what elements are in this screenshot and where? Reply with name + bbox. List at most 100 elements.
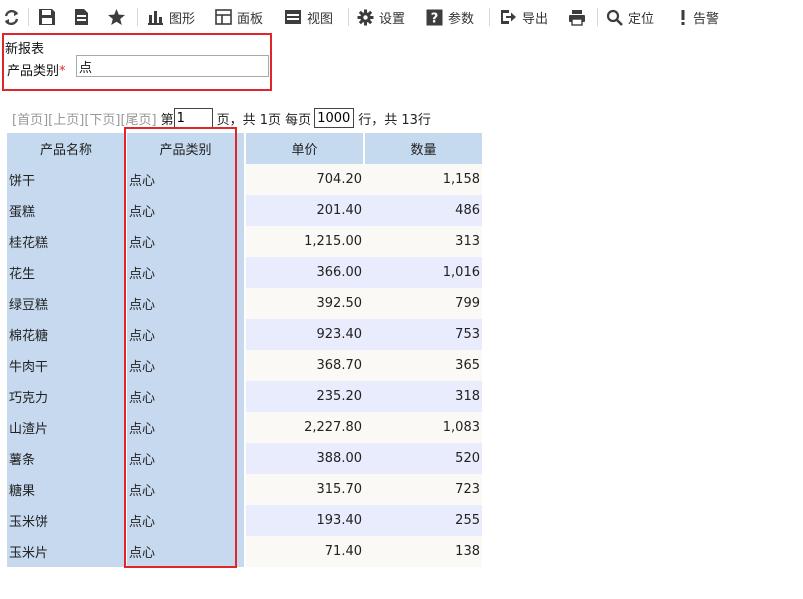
save-button[interactable] [38, 4, 56, 30]
table-row: 蛋糕 点心 201.40 486 [7, 195, 482, 226]
print-button[interactable] [568, 4, 586, 30]
table-cell: 1,016 [364, 257, 482, 288]
table-cell: 704.20 [245, 164, 364, 195]
magnifier-icon [606, 9, 623, 26]
table-cell: 315.70 [245, 474, 364, 505]
table-row: 花生 点心 366.00 1,016 [7, 257, 482, 288]
star-icon [108, 9, 125, 25]
params-label: 参数 [448, 11, 475, 27]
locate-button[interactable]: 定位 [606, 4, 654, 30]
table-row: 薯条 点心 388.00 520 [7, 443, 482, 474]
table-row: 玉米片 点心 71.40 138 [7, 536, 482, 567]
table-cell: 巧克力 [7, 381, 127, 412]
view-icon [285, 10, 301, 24]
table-cell: 玉米片 [7, 536, 127, 567]
table-row: 牛肉干 点心 368.70 365 [7, 350, 482, 381]
table-cell: 棉花糖 [7, 319, 127, 350]
table-cell: 313 [364, 226, 482, 257]
table-cell: 235.20 [245, 381, 364, 412]
rows-per-page-input[interactable] [314, 108, 355, 128]
svg-text:?: ? [431, 11, 439, 26]
table-cell: 点心 [126, 164, 246, 195]
table-row: 饼干 点心 704.20 1,158 [7, 164, 482, 195]
table-cell: 点心 [126, 474, 246, 505]
table-cell: 318 [364, 381, 482, 412]
table-body: 饼干 点心 704.20 1,158 蛋糕 点心 201.40 486 桂花糕 点心 1,215.0… [7, 164, 482, 567]
question-icon: ? [426, 9, 443, 26]
table-cell: 799 [364, 288, 482, 319]
export-icon [501, 10, 516, 24]
dashboard-button[interactable]: 面板 [215, 4, 263, 30]
document-icon [75, 9, 88, 25]
param-highlight-box [2, 33, 272, 91]
toolbar-separator [489, 8, 490, 26]
toolbar-separator [597, 8, 598, 26]
view-label: 视图 [307, 11, 334, 27]
table-cell: 花生 [7, 257, 127, 288]
table-cell: 薯条 [7, 443, 127, 474]
table-cell: 玉米饼 [7, 505, 127, 536]
rows-suffix: 行，共 13行 [358, 112, 431, 128]
table-row: 绿豆糕 点心 392.50 799 [7, 288, 482, 319]
table-cell: 486 [364, 195, 482, 226]
save-as-button[interactable] [73, 4, 90, 30]
toolbar-separator [137, 8, 138, 26]
table-row: 桂花糕 点心 1,215.00 313 [7, 226, 482, 257]
exclamation-icon [681, 9, 685, 25]
chart-button[interactable]: 图形 [147, 4, 195, 30]
page-prefix: 第 [160, 112, 174, 128]
panel-icon [215, 9, 232, 25]
export-button[interactable]: 导出 [500, 4, 548, 30]
params-button[interactable]: ? 参数 [426, 4, 474, 30]
table-cell: 点心 [126, 226, 246, 257]
table-cell: 点心 [126, 381, 246, 412]
locate-label: 定位 [628, 11, 655, 27]
favorite-button[interactable] [107, 4, 126, 30]
table-cell: 绿豆糕 [7, 288, 127, 319]
table-cell: 1,158 [364, 164, 482, 195]
table-cell: 点心 [126, 536, 246, 567]
table-row: 棉花糖 点心 923.40 753 [7, 319, 482, 350]
alert-label: 告警 [693, 11, 720, 27]
settings-button[interactable]: 设置 [357, 4, 405, 30]
next-page-link[interactable]: [下页] [84, 109, 120, 128]
view-button[interactable]: 视图 [284, 4, 333, 30]
table-cell: 点心 [126, 412, 246, 443]
bar-chart-icon [148, 11, 163, 25]
table-cell: 饼干 [7, 164, 127, 195]
prev-page-link[interactable]: [上页] [48, 109, 84, 128]
dashboard-label: 面板 [237, 11, 264, 27]
table-row: 山渣片 点心 2,227.80 1,083 [7, 412, 482, 443]
table-row: 巧克力 点心 235.20 318 [7, 381, 482, 412]
table-cell: 点心 [126, 319, 246, 350]
table-cell: 2,227.80 [245, 412, 364, 443]
last-page-link[interactable]: [尾页] [120, 109, 156, 128]
column-header[interactable]: 数量 [364, 133, 482, 164]
table-cell: 138 [364, 536, 482, 567]
table-cell: 520 [364, 443, 482, 474]
page-suffix: 页，共 1页 每页 [216, 112, 312, 128]
first-page-link[interactable]: [首页] [12, 109, 48, 128]
refresh-button[interactable] [3, 4, 20, 30]
table-cell: 点心 [126, 195, 246, 226]
table-cell: 193.40 [245, 505, 364, 536]
table-cell: 点心 [126, 288, 246, 319]
toolbar-separator [348, 8, 349, 26]
table-cell: 753 [364, 319, 482, 350]
refresh-icon [4, 9, 19, 25]
table-cell: 牛肉干 [7, 350, 127, 381]
table-cell: 368.70 [245, 350, 364, 381]
toolbar: 图形 面板 视图 设置 ? 参数 导出 定位 告警 [0, 0, 803, 34]
table-cell: 1,215.00 [245, 226, 364, 257]
table-cell: 365 [364, 350, 482, 381]
column-header[interactable]: 产品名称 [7, 133, 127, 164]
page-number-input[interactable] [173, 108, 213, 128]
gear-icon [357, 9, 374, 25]
table-cell: 201.40 [245, 195, 364, 226]
table-cell: 糖果 [7, 474, 127, 505]
alert-button[interactable]: 告警 [678, 4, 719, 30]
column-header[interactable]: 单价 [245, 133, 365, 164]
column-header[interactable]: 产品类别 [126, 133, 246, 164]
table-cell: 点心 [126, 350, 246, 381]
table-cell: 山渣片 [7, 412, 127, 443]
